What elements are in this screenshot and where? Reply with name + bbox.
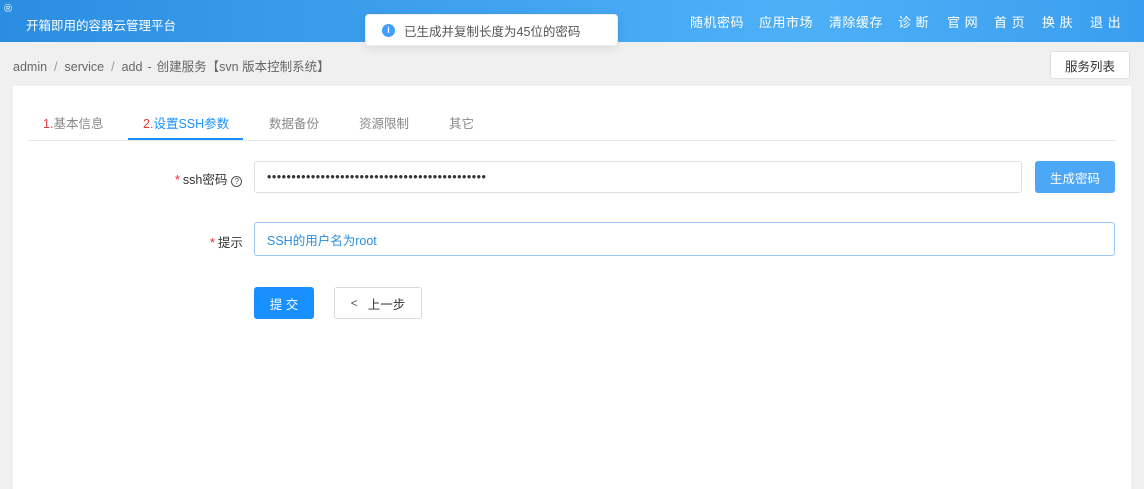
tab-basic-info[interactable]: 1.基本信息 [43, 113, 103, 132]
generate-password-button[interactable]: 生成密码 [1035, 161, 1115, 193]
tab-data-backup[interactable]: 数据备份 [269, 113, 319, 132]
step-tabs: 1.基本信息 2.设置SSH参数 数据备份 资源限制 其它 [28, 86, 1116, 141]
service-list-button[interactable]: 服务列表 [1050, 51, 1130, 79]
breadcrumb-item-add: add [121, 60, 143, 74]
ssh-password-input[interactable] [254, 161, 1022, 193]
breadcrumb: admin / service / add - 创建服务【svn 版本控制系统】 [13, 56, 330, 75]
nav-logout[interactable]: 退 出 [1090, 12, 1121, 31]
breadcrumb-separator: / [111, 60, 115, 74]
brand-title: 开箱即用的容器云管理平台 [26, 19, 177, 33]
active-tab-indicator [128, 138, 243, 140]
nav-home[interactable]: 首 页 [994, 12, 1025, 31]
breadcrumb-item-service[interactable]: service [65, 60, 105, 74]
required-mark: * [175, 173, 180, 187]
toast-message: 已生成并复制长度为45位的密码 [404, 24, 581, 39]
breadcrumb-item-admin[interactable]: admin [13, 60, 47, 74]
chevron-left-icon: < [350, 296, 358, 310]
nav-random-password[interactable]: 随机密码 [690, 12, 744, 31]
nav-app-market[interactable]: 应用市场 [759, 12, 813, 31]
submit-button[interactable]: 提 交 [254, 287, 314, 319]
previous-step-button[interactable]: < 上一步 [334, 287, 422, 319]
breadcrumb-current: 创建服务【svn 版本控制系统】 [156, 60, 330, 74]
toast-notification: i 已生成并复制长度为45位的密码 [365, 14, 618, 46]
nav-skin[interactable]: 换 肤 [1042, 12, 1073, 31]
hint-input[interactable] [254, 222, 1115, 256]
hint-label: * 提示 [210, 236, 243, 250]
nav-clear-cache[interactable]: 清除缓存 [829, 12, 883, 31]
tab-resource-limit[interactable]: 资源限制 [359, 113, 409, 132]
breadcrumb-separator: / [54, 60, 58, 74]
ssh-password-label: * ssh密码? [175, 169, 243, 188]
breadcrumb-dash: - [147, 60, 152, 74]
tab-other[interactable]: 其它 [449, 113, 474, 132]
nav-official-site[interactable]: 官 网 [947, 12, 978, 31]
info-icon: i [382, 23, 395, 37]
required-mark: * [210, 236, 215, 250]
form-card: 1.基本信息 2.设置SSH参数 数据备份 资源限制 其它 *ssh密码? 生成… [13, 86, 1131, 489]
question-circle-icon[interactable]: ? [231, 176, 243, 187]
nav-diagnose[interactable]: 诊 断 [898, 12, 929, 31]
tab-ssh-params[interactable]: 2.设置SSH参数 [143, 113, 229, 132]
registered-mark: ® [4, 3, 13, 15]
